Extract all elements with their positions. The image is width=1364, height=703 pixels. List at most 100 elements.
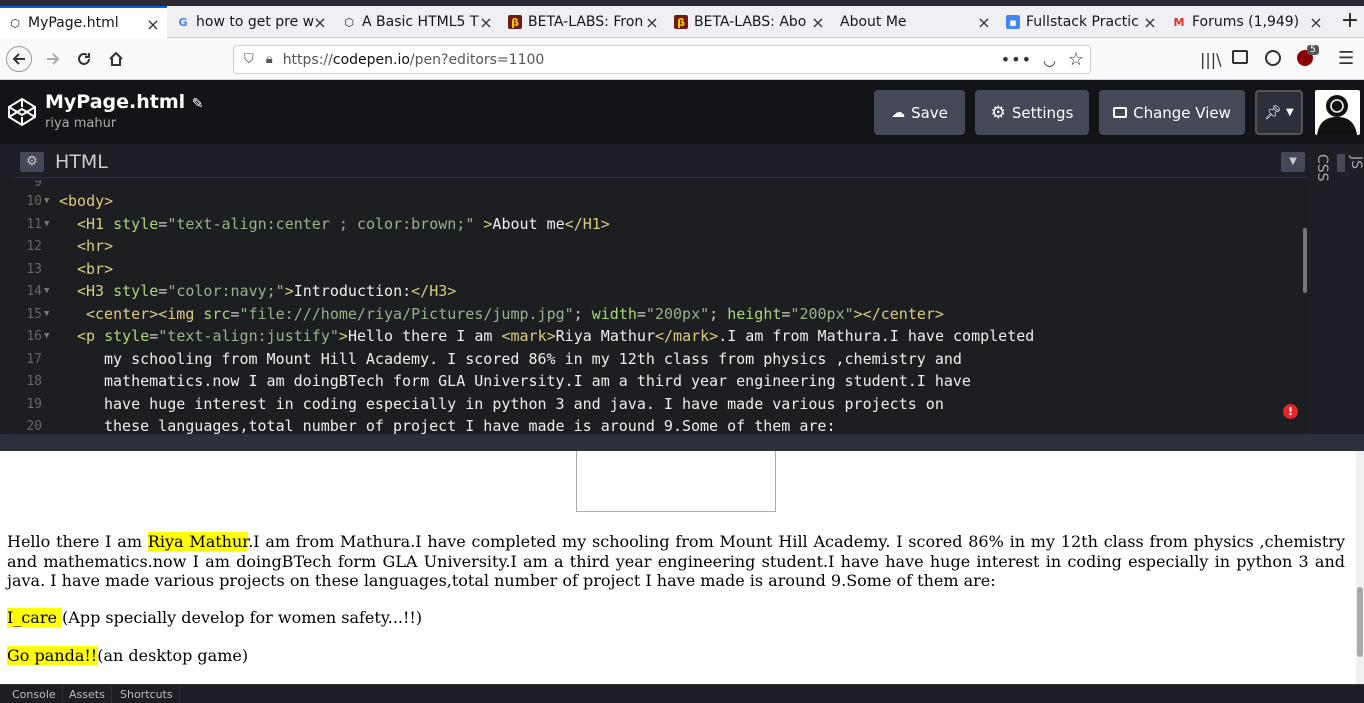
- fold-arrow-icon[interactable]: ▼: [44, 219, 49, 229]
- layout-icon: [1113, 107, 1128, 118]
- change-view-label: Change View: [1133, 103, 1231, 122]
- close-icon[interactable]: ×: [810, 13, 826, 32]
- bottom-bar: [0, 684, 1364, 703]
- close-icon[interactable]: ×: [1142, 13, 1158, 32]
- tab-fullstack[interactable]: ▪ Fullstack Practic ×: [998, 6, 1164, 38]
- gear-icon[interactable]: ⚙: [20, 152, 44, 172]
- fold-arrow-icon[interactable]: ▼: [44, 331, 49, 341]
- close-icon[interactable]: ×: [478, 13, 494, 32]
- console-button[interactable]: Console: [6, 686, 63, 703]
- forward-button[interactable]: [40, 46, 66, 72]
- avatar[interactable]: [1315, 90, 1360, 135]
- code-token: <H3: [77, 282, 114, 300]
- home-icon: [109, 51, 123, 66]
- tab-betalabs-about[interactable]: β BETA-LABS: Abo ×: [666, 6, 832, 38]
- tab-gmail-forums[interactable]: M Forums (1,949) ×: [1164, 6, 1330, 38]
- line-number: 11: [26, 217, 42, 232]
- code-line-16: <p style="text-align:justify">Hello ther…: [77, 327, 1035, 345]
- preview-scroll-thumb[interactable]: [1357, 587, 1363, 657]
- code-token: "200px": [645, 305, 710, 323]
- close-icon[interactable]: ×: [145, 15, 161, 34]
- line-number: 16: [26, 329, 42, 344]
- fold-arrow-icon[interactable]: ▼: [44, 286, 49, 296]
- tab-bar: ⬡ MyPage.html × G how to get pre w × ⬡ A…: [0, 6, 1364, 38]
- editor-scrollbar[interactable]: [1303, 228, 1307, 293]
- url-text[interactable]: https://codepen.io/pen?editors=1100: [283, 52, 545, 68]
- code-editor[interactable]: 9 10 11 12 13 14 15 16 17 18 19 20 ▼ ▼ ▼…: [14, 180, 1309, 434]
- code-token: src: [203, 305, 231, 323]
- code-token: <mark>: [501, 327, 556, 345]
- fold-arrow-icon[interactable]: ▼: [44, 309, 49, 319]
- code-line-13: <br>: [77, 260, 113, 278]
- tab-title: Fullstack Practic: [1026, 14, 1139, 30]
- tab-about-me[interactable]: About Me ×: [832, 6, 998, 38]
- code-token: <H1: [77, 215, 114, 233]
- line-number: 20: [26, 419, 42, 434]
- code-token: <br>: [77, 260, 114, 278]
- code-token: </H3>: [411, 282, 457, 300]
- arrow-left-icon: [12, 53, 25, 65]
- chevron-down-icon[interactable]: ▼: [1281, 152, 1305, 172]
- cloud-icon: ☁: [891, 104, 906, 121]
- home-button[interactable]: [103, 46, 129, 72]
- pin-menu-button[interactable]: 📌︎ ▼: [1255, 90, 1303, 135]
- betalabs-icon: β: [508, 15, 522, 29]
- broken-image: [576, 451, 776, 512]
- code-token: Riya Mathur: [555, 327, 655, 345]
- pencil-icon[interactable]: ✎: [192, 96, 204, 112]
- library-icon[interactable]: |||\: [1200, 50, 1222, 69]
- shield-icon[interactable]: ⛉: [244, 52, 254, 67]
- tab-mypage[interactable]: ⬡ MyPage.html ×: [0, 6, 167, 38]
- line-number: 13: [26, 262, 42, 277]
- pen-author[interactable]: riya mahur: [45, 116, 116, 131]
- panel-resizer[interactable]: [0, 434, 1364, 451]
- css-editor-tab[interactable]: CSS: [1312, 144, 1330, 434]
- line-number: 10: [26, 194, 42, 209]
- code-token: ></center>: [853, 305, 944, 323]
- close-icon[interactable]: ×: [976, 13, 992, 32]
- pocket-icon[interactable]: ◡: [1043, 51, 1056, 69]
- menu-icon[interactable]: ☰: [1338, 48, 1354, 69]
- line-number: 18: [26, 374, 42, 389]
- project-description: (an desktop game): [97, 646, 249, 665]
- tab-basic-html5[interactable]: ⬡ A Basic HTML5 T ×: [334, 6, 500, 38]
- url-bar[interactable]: ⛉ 🔒︎ https://codepen.io/pen?editors=1100…: [233, 45, 1091, 74]
- page-actions-icon[interactable]: •••: [1001, 50, 1032, 69]
- pen-title[interactable]: MyPage.html ✎: [45, 91, 204, 113]
- back-button[interactable]: [6, 46, 32, 72]
- code-token: .I am from Mathura.I have completed: [718, 327, 1035, 345]
- shortcuts-button[interactable]: Shortcuts: [114, 686, 180, 703]
- tab-google-search[interactable]: G how to get pre w ×: [168, 6, 334, 38]
- js-editor-tab[interactable]: JS: [1334, 144, 1364, 434]
- sidebar-icon[interactable]: [1232, 50, 1248, 64]
- code-token: About me: [492, 215, 565, 233]
- assets-button[interactable]: Assets: [63, 686, 112, 703]
- settings-button[interactable]: ⚙ Settings: [975, 90, 1089, 135]
- account-icon[interactable]: [1265, 50, 1281, 66]
- reload-icon: [78, 53, 90, 65]
- highlighted-project: I_care: [7, 608, 63, 627]
- new-tab-button[interactable]: +: [1336, 6, 1364, 38]
- gear-icon[interactable]: [1337, 154, 1345, 172]
- pen-title-text: MyPage.html: [45, 91, 186, 113]
- project-item: I_care (App specially develop for women …: [7, 608, 1345, 628]
- codepen-logo-icon[interactable]: [7, 97, 37, 131]
- reload-button[interactable]: [71, 46, 97, 72]
- tab-title: A Basic HTML5 T: [362, 14, 479, 30]
- close-icon[interactable]: ×: [644, 13, 660, 32]
- html-editor-title: HTML: [55, 151, 108, 173]
- line-number: 14: [26, 284, 42, 299]
- close-icon[interactable]: ×: [312, 13, 328, 32]
- save-button[interactable]: ☁ Save: [874, 90, 965, 135]
- fold-arrow-icon[interactable]: ▼: [44, 196, 49, 206]
- code-line-15: <center><img src="file:///home/riya/Pict…: [86, 305, 944, 323]
- tab-betalabs-front[interactable]: β BETA-LABS: Fron ×: [500, 6, 666, 38]
- bookmark-star-icon[interactable]: ☆: [1068, 49, 1084, 70]
- error-icon[interactable]: !: [1283, 404, 1298, 419]
- code-line-20: these languages,total number of project …: [104, 417, 836, 434]
- js-label: JS: [1348, 156, 1364, 170]
- lock-icon[interactable]: 🔒︎: [266, 52, 273, 67]
- close-icon[interactable]: ×: [1308, 13, 1324, 32]
- change-view-button[interactable]: Change View: [1099, 90, 1245, 135]
- intro-paragraph: Hello there I am Riya Mathur.I am from M…: [7, 532, 1345, 591]
